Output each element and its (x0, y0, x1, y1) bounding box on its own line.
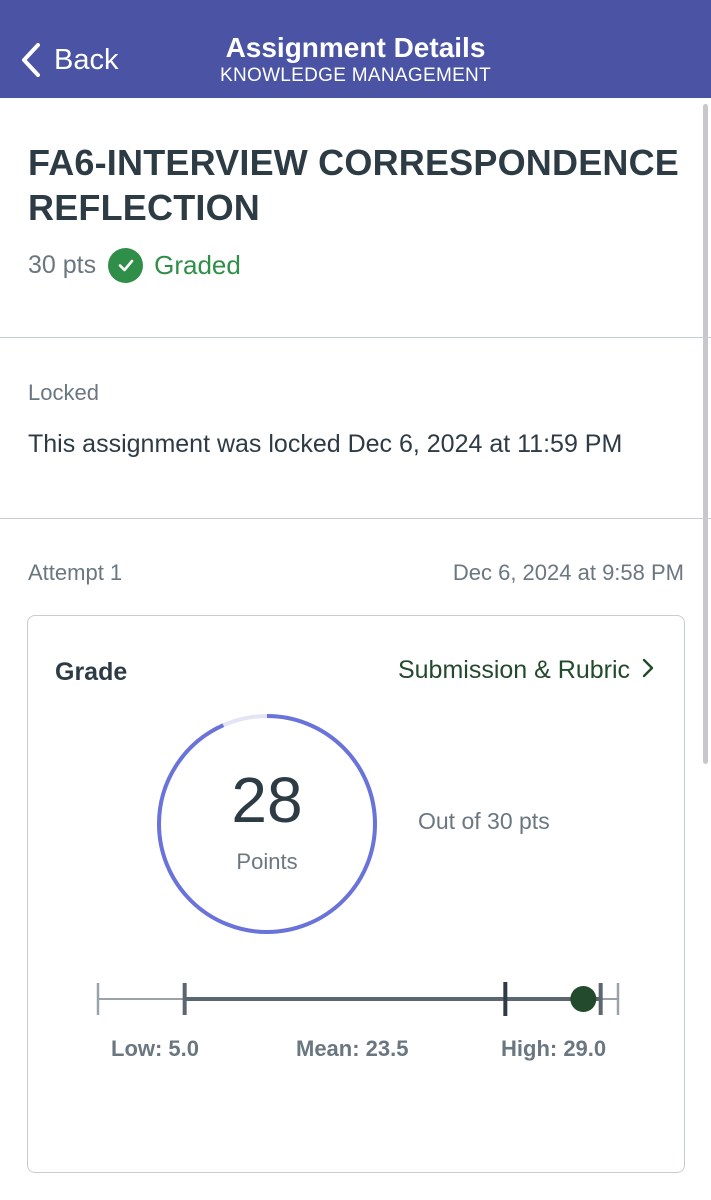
grade-card: Grade Submission & Rubric 28 Points Out … (27, 615, 685, 1173)
nav-subtitle: KNOWLEDGE MANAGEMENT (220, 65, 491, 86)
nav-title-group: Assignment Details KNOWLEDGE MANAGEMENT (0, 32, 711, 88)
assignment-meta: 30 pts Graded (28, 247, 688, 283)
assignment-points: 30 pts (28, 250, 97, 279)
divider (0, 518, 711, 519)
mean-label: Mean: 23.5 (296, 1036, 409, 1061)
nav-bar: Back Assignment Details KNOWLEDGE MANAGE… (0, 0, 711, 98)
high-label: High: 29.0 (501, 1036, 607, 1061)
out-of-text: Out of 30 pts (418, 808, 550, 834)
score-value: 28 (231, 764, 303, 836)
assignment-title: FA6-INTERVIEW CORRESPONDENCE REFLECTION (28, 142, 680, 228)
score-unit: Points (236, 849, 298, 874)
submission-rubric-link[interactable]: Submission & Rubric (398, 656, 654, 685)
attempt-date: Dec 6, 2024 at 9:58 PM (452, 560, 684, 585)
divider (0, 337, 711, 338)
scrollbar[interactable] (703, 104, 708, 764)
lock-section: Locked This assignment was locked Dec 6,… (28, 380, 688, 459)
status-badge: Graded (154, 249, 241, 280)
lock-label: Locked (28, 380, 99, 405)
lock-message: This assignment was locked Dec 6, 2024 a… (28, 430, 623, 458)
low-label: Low: 5.0 (111, 1036, 200, 1061)
grade-label: Grade (55, 658, 128, 686)
assignment-header: FA6-INTERVIEW CORRESPONDENCE REFLECTION … (28, 140, 688, 283)
check-circle-icon (108, 247, 144, 283)
score-marker (570, 986, 597, 1012)
attempt-row: Attempt 1 Dec 6, 2024 at 9:58 PM (28, 560, 684, 586)
chevron-right-icon (630, 656, 654, 685)
submission-rubric-label: Submission & Rubric (397, 656, 630, 684)
attempt-label: Attempt 1 (28, 560, 123, 585)
distribution-labels: Low: 5.0 Mean: 23.5 High: 29.0 (28, 1036, 686, 1066)
grade-distribution (96, 982, 620, 1016)
nav-title: Assignment Details (225, 32, 486, 63)
